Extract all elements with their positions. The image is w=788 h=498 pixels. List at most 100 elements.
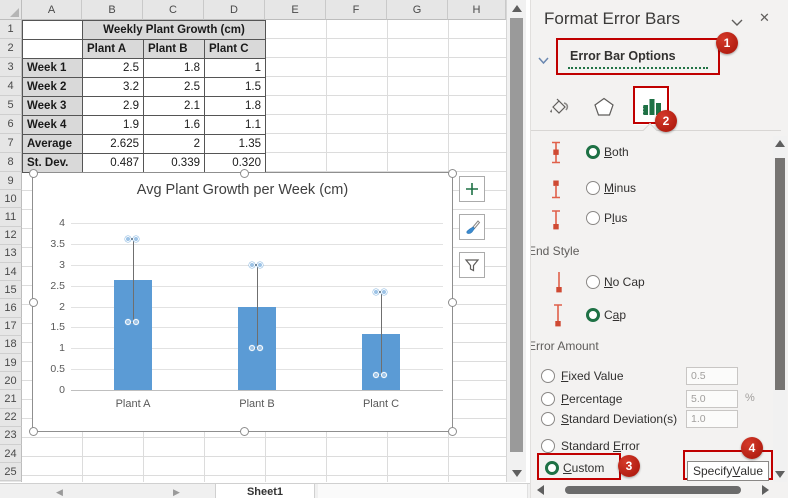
fixed-value-label[interactable]: Fixed Value (561, 369, 624, 383)
row-label-cell[interactable]: Average (23, 135, 83, 154)
chart-selection-handle[interactable] (240, 169, 249, 178)
row-header-16[interactable]: 16 (0, 299, 22, 317)
chart-filters-button[interactable] (459, 252, 485, 278)
value-cell[interactable]: 1.5 (205, 78, 266, 97)
sheet-tab-other[interactable] (318, 484, 528, 498)
row-label-cell[interactable]: Week 1 (23, 59, 83, 78)
column-header-H[interactable]: H (448, 0, 506, 20)
value-cell[interactable]: 1.6 (144, 116, 205, 135)
scroll-up-arrow-icon[interactable] (512, 5, 522, 12)
value-cell[interactable]: 1 (205, 59, 266, 78)
std-error-radio[interactable] (541, 439, 555, 453)
options-collapse-chevron[interactable] (538, 52, 549, 70)
value-cell[interactable]: 2.5 (83, 59, 144, 78)
chart-elements-button[interactable] (459, 176, 485, 202)
row-header-13[interactable]: 13 (0, 245, 22, 263)
chart-selection-handle[interactable] (448, 298, 457, 307)
chart[interactable]: Avg Plant Growth per Week (cm) 00.511.52… (32, 172, 453, 432)
sheet-vertical-scrollbar[interactable] (506, 0, 526, 482)
row-header-7[interactable]: 7 (0, 134, 22, 153)
column-header-D[interactable]: D (204, 0, 265, 20)
row-header-19[interactable]: 19 (0, 354, 22, 372)
cap-label[interactable]: Cap (604, 308, 626, 322)
row-header-20[interactable]: 20 (0, 372, 22, 390)
error-bar[interactable] (133, 239, 134, 323)
specify-value-button[interactable]: Specify Value (687, 461, 769, 481)
both-radio[interactable] (586, 145, 600, 159)
chart-selection-handle[interactable] (448, 427, 457, 436)
row-header-1[interactable]: 1 (0, 20, 22, 39)
chart-title[interactable]: Avg Plant Growth per Week (cm) (33, 182, 452, 198)
no-cap-radio[interactable] (586, 275, 600, 289)
fixed-value-radio[interactable] (541, 369, 555, 383)
row-header-17[interactable]: 17 (0, 318, 22, 336)
row-header-21[interactable]: 21 (0, 390, 22, 408)
percentage-radio[interactable] (541, 392, 555, 406)
row-header-15[interactable]: 15 (0, 281, 22, 299)
panel-close-button[interactable]: ✕ (759, 10, 770, 26)
chart-selection-handle[interactable] (448, 169, 457, 178)
value-cell[interactable]: 3.2 (83, 78, 144, 97)
row-header-23[interactable]: 23 (0, 427, 22, 445)
tab-nav-left-icon[interactable]: ◀ (56, 487, 63, 498)
cell-A1[interactable] (23, 21, 83, 40)
value-cell[interactable]: 0.339 (144, 154, 205, 173)
col-header-cell[interactable]: Plant A (83, 40, 144, 59)
minus-label[interactable]: Minus (604, 181, 636, 195)
std-deviation-radio[interactable] (541, 412, 555, 426)
percentage-input[interactable] (686, 390, 738, 408)
fixed-value-input[interactable] (686, 367, 738, 385)
value-cell[interactable]: 2.5 (144, 78, 205, 97)
chart-selection-handle[interactable] (29, 427, 38, 436)
sheet-vscroll-thumb[interactable] (510, 18, 523, 452)
row-header-5[interactable]: 5 (0, 96, 22, 115)
row-label-cell[interactable]: Week 3 (23, 97, 83, 116)
std-deviation-input[interactable] (686, 410, 738, 428)
row-header-4[interactable]: 4 (0, 77, 22, 96)
custom-label[interactable]: Custom (563, 461, 604, 475)
minus-radio[interactable] (586, 181, 600, 195)
value-cell[interactable]: 1.8 (205, 97, 266, 116)
panel-vscroll-thumb[interactable] (775, 158, 785, 390)
row-header-2[interactable]: 2 (0, 39, 22, 58)
cap-radio[interactable] (586, 308, 600, 322)
value-cell[interactable]: 1.35 (205, 135, 266, 154)
chart-selection-handle[interactable] (29, 169, 38, 178)
column-header-C[interactable]: C (143, 0, 204, 20)
chart-selection-handle[interactable] (240, 427, 249, 436)
cell-A2[interactable] (23, 40, 83, 59)
row-header-6[interactable]: 6 (0, 115, 22, 134)
both-label[interactable]: Both (604, 145, 629, 159)
value-cell[interactable]: 2 (144, 135, 205, 154)
panel-vertical-scrollbar[interactable] (773, 136, 787, 482)
row-label-cell[interactable]: Week 4 (23, 116, 83, 135)
row-header-14[interactable]: 14 (0, 263, 22, 281)
row-header-3[interactable]: 3 (0, 58, 22, 77)
error-bar-options-header[interactable]: Error Bar Options (570, 49, 676, 63)
plus-radio[interactable] (586, 211, 600, 225)
col-header-cell[interactable]: Plant C (205, 40, 266, 59)
scroll-down-arrow-icon[interactable] (512, 470, 522, 477)
value-cell[interactable]: 2.1 (144, 97, 205, 116)
column-header-F[interactable]: F (326, 0, 387, 20)
scroll-left-arrow-icon[interactable] (537, 485, 544, 495)
scroll-down-arrow-icon[interactable] (775, 471, 785, 478)
column-header-G[interactable]: G (387, 0, 448, 20)
row-header-22[interactable]: 22 (0, 409, 22, 427)
col-header-cell[interactable]: Plant B (144, 40, 205, 59)
plus-label[interactable]: Plus (604, 211, 627, 225)
tab-effects[interactable] (589, 92, 619, 122)
row-header-26[interactable]: 26 (0, 481, 22, 482)
row-header-11[interactable]: 11 (0, 208, 22, 226)
column-header-B[interactable]: B (82, 0, 143, 20)
custom-radio[interactable] (545, 461, 559, 475)
row-label-cell[interactable]: Week 2 (23, 78, 83, 97)
tab-nav-right-icon[interactable]: ▶ (173, 487, 180, 498)
std-deviation-label[interactable]: Standard Deviation(s) (561, 412, 677, 426)
row-header-12[interactable]: 12 (0, 227, 22, 245)
row-header-24[interactable]: 24 (0, 445, 22, 463)
panel-hscroll-thumb[interactable] (565, 486, 741, 494)
table-title-cell[interactable]: Weekly Plant Growth (cm) (83, 21, 266, 40)
row-header-18[interactable]: 18 (0, 336, 22, 354)
value-cell[interactable]: 2.625 (83, 135, 144, 154)
